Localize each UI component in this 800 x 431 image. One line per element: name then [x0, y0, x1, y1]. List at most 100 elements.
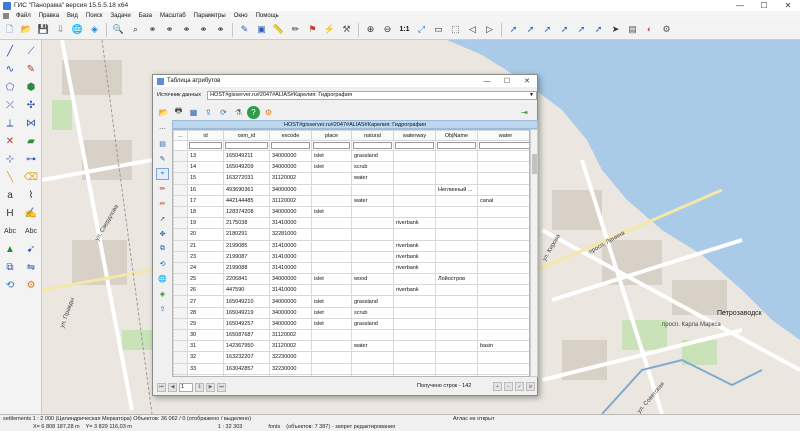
table-cell[interactable]: grassland [351, 295, 394, 308]
table-cell[interactable] [311, 172, 352, 185]
table-cell[interactable]: 142367950 [223, 340, 270, 353]
vertical-scrollbar[interactable] [530, 129, 538, 377]
table-cell[interactable]: 24 [187, 261, 224, 275]
node-move-icon[interactable]: ⊹ [1, 151, 19, 167]
filter-input[interactable] [269, 140, 312, 151]
table-cell[interactable] [435, 149, 478, 163]
table-cell[interactable]: 165049219 [223, 306, 270, 319]
row-selector[interactable] [173, 317, 188, 331]
table-row[interactable]: 26 447590 31410000 riverbank [173, 284, 529, 297]
eraser-icon[interactable]: ⌫ [22, 169, 40, 185]
filter-input[interactable] [477, 140, 529, 151]
column-header[interactable]: ... [173, 130, 188, 141]
binoculars-a-icon[interactable]: ⚭ [162, 22, 177, 37]
table-cell[interactable]: 18 [187, 205, 224, 219]
table-cell[interactable] [435, 194, 478, 207]
row-selector[interactable] [173, 149, 188, 163]
table-cell[interactable]: 34000000 [269, 205, 312, 219]
table-cell[interactable]: 13 [187, 149, 224, 163]
row-selector[interactable] [173, 373, 188, 376]
merge-icon[interactable]: ⋈ [22, 115, 40, 131]
row-selector[interactable] [173, 328, 188, 342]
table-cell[interactable] [311, 362, 352, 375]
table-row[interactable]: 14 165049209 34000000 islet scrub [173, 161, 529, 174]
table-row[interactable]: 28 165049219 34000000 islet scrub [173, 306, 529, 319]
table-cell[interactable]: 34000000 [269, 161, 312, 174]
table-row[interactable]: 24 2199088 31410000 riverbank [173, 261, 529, 275]
table-cell[interactable]: islet [311, 317, 352, 331]
menu-edit[interactable]: Правка [35, 13, 63, 19]
table-cell[interactable]: 16 [187, 183, 224, 196]
table-cell[interactable]: 33 [187, 362, 224, 375]
layer-icon[interactable]: ▰ [22, 133, 40, 149]
table-cell[interactable]: 447590 [223, 284, 270, 297]
table-cell[interactable]: basin [477, 340, 529, 353]
table-cell[interactable]: scrub [351, 306, 394, 319]
table-cell[interactable] [351, 261, 394, 275]
table-cell[interactable]: 34000000 [269, 149, 312, 163]
arrow-select-icon[interactable]: ➚ [506, 22, 521, 37]
table-cell[interactable]: 493690361 [223, 183, 270, 196]
column-header[interactable]: osm_id [223, 130, 270, 141]
table-cell[interactable] [435, 317, 478, 331]
menu-view[interactable]: Вид [63, 13, 82, 19]
table-cell[interactable] [435, 284, 478, 297]
table-cell[interactable]: scrub [351, 161, 394, 174]
table-cell[interactable] [477, 328, 529, 342]
table-cell[interactable] [393, 161, 436, 174]
column-header[interactable]: ObjName [435, 130, 478, 141]
row-selector[interactable] [173, 261, 188, 275]
binoculars-d-icon[interactable]: ⚭ [213, 22, 228, 37]
table-cell[interactable]: grassland [351, 149, 394, 163]
filter-input[interactable] [393, 140, 436, 151]
table-cell[interactable] [393, 273, 436, 286]
table-row[interactable]: 17 442144485 31120002 water canal [173, 194, 529, 207]
globe-icon[interactable]: 🌐 [70, 22, 85, 37]
menu-parameters[interactable]: Параметры [190, 13, 230, 19]
system-menu-icon[interactable] [3, 12, 9, 19]
table-cell[interactable] [311, 250, 352, 263]
row-selector[interactable] [173, 340, 188, 353]
table-cell[interactable]: 32 [187, 351, 224, 364]
table-cell[interactable] [311, 351, 352, 364]
table-cell[interactable]: Лойостров [435, 273, 478, 286]
menu-tasks[interactable]: Задачи [107, 13, 135, 19]
table-cell[interactable] [393, 228, 436, 241]
connect-icon[interactable]: ⤫ [1, 97, 19, 113]
mirror-icon[interactable]: ⇋ [22, 259, 40, 275]
table-cell[interactable] [393, 306, 436, 319]
table-cell[interactable] [435, 340, 478, 353]
row-selector[interactable] [173, 161, 188, 174]
row-selector[interactable] [173, 205, 188, 219]
row-selector[interactable] [173, 362, 188, 375]
layers-icon[interactable]: ◈ [156, 288, 169, 300]
table-cell[interactable] [311, 284, 352, 297]
close-button[interactable]: ✕ [776, 0, 800, 11]
row-selector[interactable] [173, 295, 188, 308]
table-cell[interactable]: 34000000 [269, 317, 312, 331]
table-cell[interactable]: 2199088 [223, 261, 270, 275]
menu-search[interactable]: Поиск [82, 13, 107, 19]
draw-freehand-icon[interactable]: ✎ [22, 61, 40, 77]
table-cell[interactable]: 32230000 [269, 362, 312, 375]
row-selector[interactable] [173, 183, 188, 196]
table-cell[interactable]: 29 [187, 317, 224, 331]
table-cell[interactable]: 31120002 [269, 340, 312, 353]
table-cell[interactable]: 21 [187, 239, 224, 252]
table-cell[interactable]: 31410000 [269, 261, 312, 275]
ruler-icon[interactable]: ╲ [1, 169, 19, 185]
row-selector[interactable] [173, 217, 188, 230]
dialog-maximize-button[interactable]: ☐ [497, 75, 517, 87]
table-cell[interactable]: 165049209 [223, 161, 270, 174]
exit-icon[interactable]: ⇥ [518, 106, 531, 119]
filter-input[interactable] [435, 140, 478, 151]
table-cell[interactable] [351, 250, 394, 263]
pencil-icon[interactable]: ✏ [288, 22, 303, 37]
table-cell[interactable]: 28 [187, 306, 224, 319]
table-cell[interactable] [351, 373, 394, 376]
table-cell[interactable]: 2180291 [223, 228, 270, 241]
table-cell[interactable] [477, 261, 529, 275]
table-cell[interactable] [477, 273, 529, 286]
refresh-icon[interactable]: ⟳ [217, 106, 230, 119]
column-header[interactable]: natural [351, 130, 394, 141]
